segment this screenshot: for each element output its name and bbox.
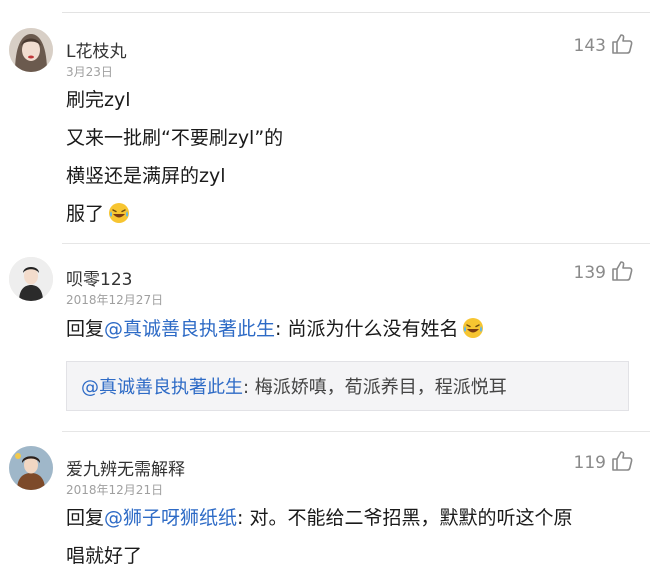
comment-body: 回复@狮子呀狮纸纸: 对。不能给二爷招黑，默默的听这个原 唱就好了 [66,499,572,575]
timestamp: 2018年12月27日 [66,293,164,307]
reply-prefix: 回复 [66,318,105,340]
mention-link[interactable]: @真诚善良执著此生 [81,373,243,399]
like-button[interactable]: 119 [574,449,634,477]
comment-body: 回复@真诚善良执著此生: 尚派为什么没有姓名 [66,310,484,348]
like-count: 143 [573,36,606,56]
mention-link[interactable]: @狮子呀狮纸纸 [104,507,237,529]
comment-line: 又来一批刷“不要刷zyl”的 [66,127,284,149]
like-button[interactable]: 143 [574,32,634,60]
comment-line-with-emoji: 服了 [66,195,283,233]
username[interactable]: 爱九辨无需解释 [66,455,185,480]
thumbs-up-icon [610,449,634,477]
like-button[interactable]: 139 [574,259,634,287]
username[interactable]: L花枝丸 [66,37,126,62]
comment-divider [62,243,650,244]
timestamp: 2018年12月21日 [66,483,164,497]
top-divider [62,12,650,13]
laughing-tears-emoji-icon [108,199,130,223]
like-count: 119 [573,453,606,473]
username[interactable]: 呗零123 [66,265,132,290]
reply-text: : 对。不能给二爷招黑，默默的听这个原 [237,507,573,529]
avatar[interactable] [9,28,53,72]
reply-text: : 尚派为什么没有姓名 [275,318,459,340]
comment-line: 回复@真诚善良执著此生: 尚派为什么没有姓名 [66,310,484,348]
reply-prefix: 回复 [66,507,105,529]
thumbs-up-icon [610,32,634,60]
comment-line: 回复@狮子呀狮纸纸: 对。不能给二爷招黑，默默的听这个原 [66,499,572,537]
comment-line: 唱就好了 [66,545,143,567]
comment-line: 横竖还是满屏的zyl [66,165,226,187]
comment-body: 刷完zyl 又来一批刷“不要刷zyl”的 横竖还是满屏的zyl 服了 [66,81,283,233]
laughing-tears-emoji-icon [462,314,484,338]
timestamp: 3月23日 [66,65,113,79]
comment-line: 刷完zyl [66,89,131,111]
quoted-reply[interactable]: @真诚善良执著此生: 梅派娇嗔，荀派养目，程派悦耳 [66,361,629,411]
comment-divider [62,431,650,432]
quoted-text: : 梅派娇嗔，荀派养目，程派悦耳 [243,377,507,398]
avatar[interactable] [9,257,53,301]
mention-link[interactable]: @真诚善良执著此生 [104,318,275,340]
comment-line: 服了 [66,203,105,225]
like-count: 139 [573,263,606,283]
avatar[interactable] [9,446,53,490]
thumbs-up-icon [610,259,634,287]
